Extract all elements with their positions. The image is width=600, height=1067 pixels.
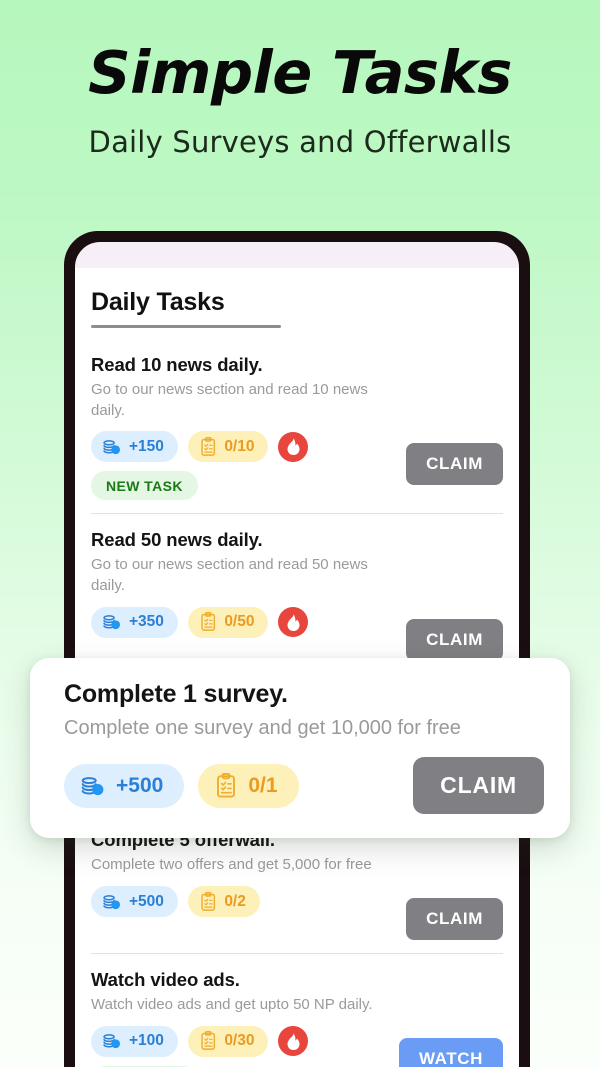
task-metric-row: +350 0/50 <box>91 606 309 638</box>
app-subtitle: Daily Surveys and Offerwalls <box>88 124 512 159</box>
task-row[interactable]: Read 10 news daily. Go to our news sectio… <box>91 354 503 513</box>
task-description: Watch video ads and get upto 50 NP daily… <box>91 996 373 1014</box>
progress-badge: 0/1 <box>198 763 299 808</box>
task-action: CLAIM <box>406 886 503 941</box>
task-body: +500 0/2 CLAIM <box>91 886 503 941</box>
task-badges: +350 0/50 <box>91 606 309 638</box>
page-title: Daily Tasks <box>91 288 225 316</box>
reward-amount: +500 <box>129 892 164 910</box>
coin-stack-icon <box>102 1031 122 1051</box>
progress-value: 0/10 <box>224 437 255 455</box>
highlight-task-description: Complete one survey and get 10,000 for f… <box>64 717 461 739</box>
progress-badge: 0/50 <box>187 606 269 638</box>
screen-title-section: Daily Tasks <box>91 268 503 328</box>
task-description: Complete two offers and get 5,000 for fr… <box>91 856 372 874</box>
claim-button[interactable]: CLAIM <box>406 443 503 486</box>
task-body: +150 0/10 NEW TASK CLAIM <box>91 431 503 501</box>
task-title: Read 10 news daily. <box>91 354 263 375</box>
progress-value: 0/30 <box>224 1032 255 1050</box>
reward-badge: +100 <box>91 1025 178 1057</box>
reward-badge: +500 <box>64 763 185 808</box>
phone-mockup: Daily Tasks Read 10 news daily. Go to our… <box>64 231 530 1067</box>
reward-amount: +350 <box>129 613 164 631</box>
flame-icon <box>278 431 309 462</box>
task-row[interactable]: Read 50 news daily. Go to our news sectio… <box>91 513 503 673</box>
task-metric-row: +150 0/10 <box>91 431 309 463</box>
new-task-badge: NEW TASK <box>91 471 198 501</box>
task-action: CLAIM <box>406 431 503 486</box>
reward-amount: +100 <box>129 1032 164 1050</box>
progress-value: 0/1 <box>248 773 278 797</box>
promo-header: Simple Tasks Daily Surveys and Offerwall… <box>0 0 600 159</box>
clipboard-checklist-icon <box>214 772 238 799</box>
task-description: Go to our news section and read 10 news … <box>91 381 368 419</box>
progress-badge: 0/30 <box>187 1025 269 1057</box>
task-row[interactable]: Watch video ads. Watch video ads and get … <box>91 953 503 1067</box>
reward-amount: +150 <box>129 437 164 455</box>
progress-badge: 0/10 <box>187 431 269 463</box>
flame-icon <box>278 607 309 638</box>
coin-stack-icon <box>102 892 122 912</box>
progress-badge: 0/2 <box>187 886 260 918</box>
task-badges: +150 0/10 NEW TASK <box>91 431 309 501</box>
flame-icon <box>278 1026 309 1057</box>
highlight-badge-row: +500 0/1 <box>64 763 299 808</box>
coin-stack-icon <box>102 437 122 457</box>
highlight-task-card[interactable]: Complete 1 survey. Complete one survey a… <box>30 658 570 838</box>
reward-badge: +500 <box>91 886 178 918</box>
task-metric-row: +500 0/2 <box>91 886 260 918</box>
task-body: +350 0/50 CLAIM <box>91 606 503 661</box>
app-title: Simple Tasks <box>88 38 512 107</box>
task-body: +1000/30NEW TASKWATCH <box>91 1025 503 1067</box>
task-tag-row: NEW TASK <box>91 471 308 501</box>
watch-button[interactable]: WATCH <box>398 1037 503 1067</box>
coin-stack-icon <box>102 612 122 632</box>
clipboard-checklist-icon <box>199 436 217 457</box>
task-badges: +500 0/2 <box>91 886 260 918</box>
clipboard-checklist-icon <box>199 612 217 632</box>
task-title: Watch video ads. <box>91 969 240 991</box>
task-description: Go to our news section and read 50 news … <box>91 556 368 595</box>
task-title: Read 50 news daily. <box>91 529 263 551</box>
coin-stack-icon <box>80 773 106 799</box>
claim-button[interactable]: CLAIM <box>413 757 544 814</box>
reward-badge: +150 <box>91 431 178 463</box>
highlight-task-body: +500 0/1 CLAIM <box>64 757 544 814</box>
phone-screen: Daily Tasks Read 10 news daily. Go to our… <box>75 242 519 1067</box>
task-action: CLAIM <box>406 607 503 661</box>
progress-value: 0/50 <box>224 613 255 631</box>
claim-button[interactable]: CLAIM <box>406 898 503 941</box>
highlight-task-title: Complete 1 survey. <box>64 680 288 708</box>
reward-badge: +350 <box>91 606 178 638</box>
progress-value: 0/2 <box>224 892 246 910</box>
claim-button[interactable]: CLAIM <box>406 618 503 661</box>
task-action: WATCH <box>398 1026 503 1067</box>
reward-amount: +500 <box>116 773 164 797</box>
clipboard-checklist-icon <box>199 891 217 912</box>
task-metric-row: +100 0/30 <box>91 1025 309 1057</box>
task-badges: +1000/30NEW TASK <box>91 1025 309 1067</box>
clipboard-checklist-icon <box>199 1031 217 1051</box>
